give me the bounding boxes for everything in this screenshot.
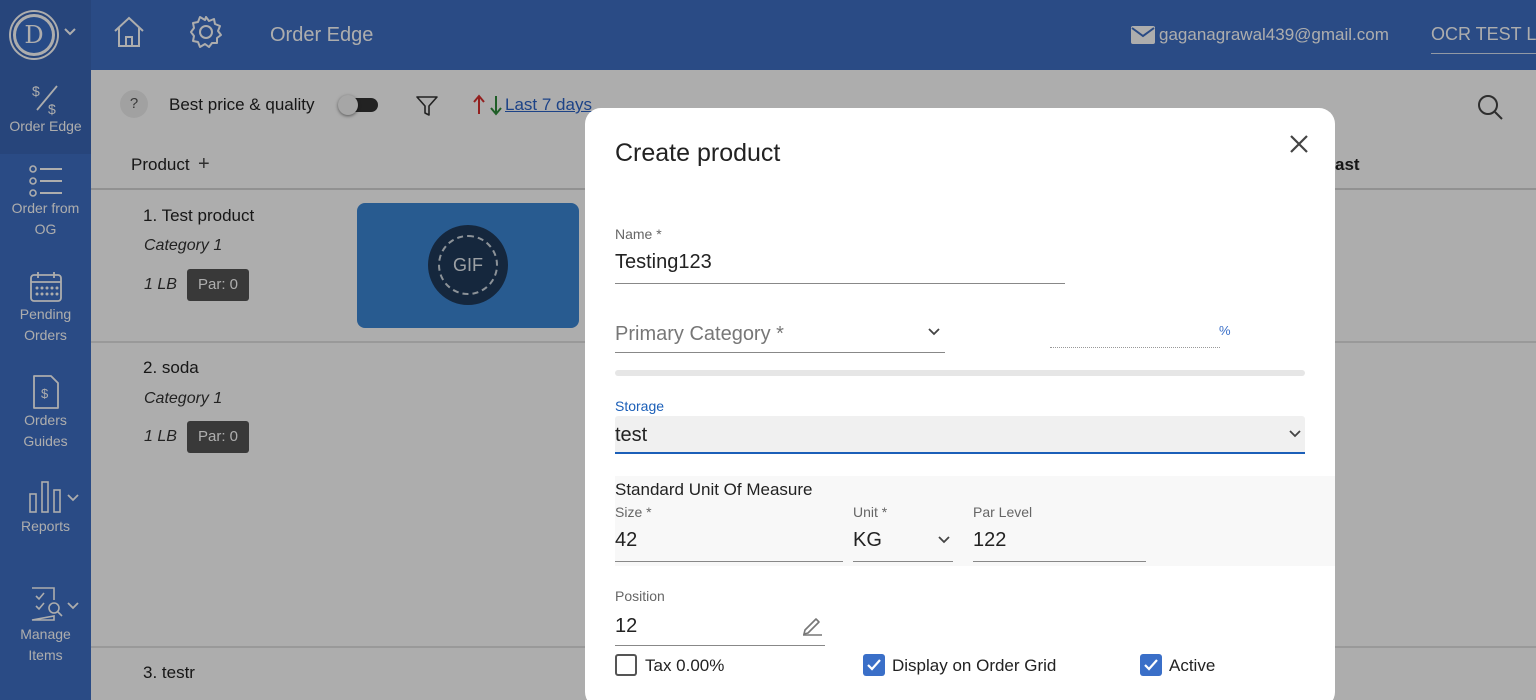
par-level-underline	[973, 561, 1146, 562]
chevron-down-icon[interactable]	[927, 327, 941, 337]
size-label: Size *	[615, 504, 652, 520]
storage-value: test	[615, 424, 648, 446]
size-field[interactable]: 42	[615, 529, 637, 552]
checkmark-icon	[867, 659, 881, 671]
unit-underline	[853, 561, 953, 562]
tax-label: Tax 0.00%	[645, 656, 725, 675]
position-field[interactable]: 12	[615, 615, 637, 638]
display-on-grid-checkbox[interactable]	[863, 654, 885, 676]
active-label: Active	[1169, 656, 1216, 675]
par-level-label: Par Level	[973, 504, 1033, 520]
unit-of-measure-section: Standard Unit Of Measure Size * 42 Unit …	[615, 476, 1335, 566]
create-product-dialog: Create product Name * Testing123 Primary…	[585, 108, 1335, 700]
progress-bar	[615, 370, 1305, 376]
active-checkbox[interactable]	[1140, 654, 1162, 676]
unit-select[interactable]: KG	[853, 529, 882, 552]
category-underline	[615, 352, 945, 353]
storage-label: Storage	[615, 398, 665, 414]
display-on-grid-label: Display on Order Grid	[892, 656, 1057, 675]
par-level-field[interactable]: 122	[973, 529, 1006, 552]
checkmark-icon	[1144, 659, 1158, 671]
chevron-down-icon[interactable]	[1288, 429, 1302, 439]
name-label: Name *	[615, 226, 662, 242]
size-underline	[615, 561, 843, 562]
percent-field[interactable]	[1050, 347, 1220, 348]
percent-suffix: %	[1219, 323, 1231, 338]
close-icon[interactable]	[1288, 133, 1310, 155]
primary-category-select[interactable]: Primary Category *	[615, 323, 784, 346]
unit-label: Unit *	[853, 504, 888, 520]
chevron-down-icon[interactable]	[937, 535, 951, 545]
position-label: Position	[615, 588, 665, 604]
uom-title: Standard Unit Of Measure	[615, 480, 813, 499]
storage-select[interactable]: test	[615, 416, 1305, 454]
tax-checkbox[interactable]	[615, 654, 637, 676]
name-underline	[615, 283, 1065, 284]
position-underline	[615, 645, 825, 646]
dialog-title: Create product	[615, 139, 781, 167]
edit-pencil-icon[interactable]	[801, 614, 823, 636]
name-field[interactable]: Testing123	[615, 251, 712, 274]
